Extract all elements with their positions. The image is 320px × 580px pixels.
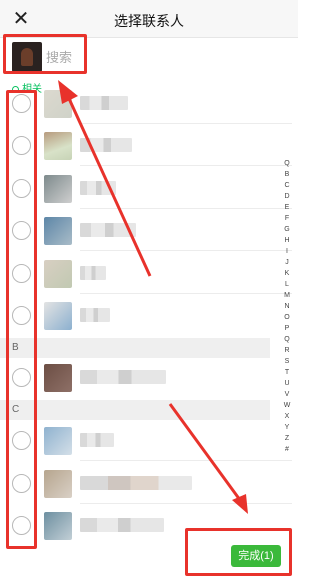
group-header-c: C — [0, 400, 270, 420]
contact-name — [80, 223, 136, 237]
index-letter[interactable]: F — [282, 213, 292, 224]
contact-checkbox[interactable] — [12, 516, 31, 535]
search-input[interactable] — [46, 46, 166, 68]
contact-checkbox[interactable] — [12, 136, 31, 155]
avatar — [44, 512, 72, 540]
alphabet-index[interactable]: Q B C D E F G H I J K L M N O P Q R S T U V W X Y Z # — [282, 158, 292, 455]
done-button[interactable]: 完成(1) — [231, 545, 281, 567]
index-letter[interactable]: Y — [282, 422, 292, 433]
index-letter[interactable]: Z — [282, 433, 292, 444]
contact-row[interactable] — [0, 126, 292, 166]
contact-name — [80, 308, 110, 322]
top-bar: ✕ 选择联系人 — [0, 0, 298, 38]
index-letter[interactable]: H — [282, 235, 292, 246]
avatar — [44, 90, 72, 118]
contact-checkbox[interactable] — [12, 474, 31, 493]
contact-name — [80, 96, 128, 110]
contact-name — [80, 476, 192, 490]
index-letter[interactable]: V — [282, 389, 292, 400]
index-letter[interactable]: Q — [282, 158, 292, 169]
selected-contact-avatar[interactable] — [12, 42, 42, 72]
avatar — [44, 260, 72, 288]
contact-checkbox[interactable] — [12, 94, 31, 113]
avatar — [44, 175, 72, 203]
contact-checkbox[interactable] — [12, 431, 31, 450]
contact-row[interactable] — [0, 464, 292, 504]
index-letter[interactable]: D — [282, 191, 292, 202]
index-letter[interactable]: T — [282, 367, 292, 378]
contact-row[interactable] — [0, 169, 292, 209]
index-letter[interactable]: E — [282, 202, 292, 213]
index-letter[interactable]: Q — [282, 334, 292, 345]
index-letter[interactable]: G — [282, 224, 292, 235]
index-letter[interactable]: M — [282, 290, 292, 301]
contact-name — [80, 518, 164, 532]
avatar — [44, 364, 72, 392]
group-header-b: B — [0, 338, 270, 358]
contact-name — [80, 433, 114, 447]
index-letter[interactable]: C — [282, 180, 292, 191]
contact-row[interactable] — [0, 254, 292, 294]
contact-name — [80, 138, 132, 152]
contact-checkbox[interactable] — [12, 368, 31, 387]
index-letter[interactable]: U — [282, 378, 292, 389]
index-letter[interactable]: W — [282, 400, 292, 411]
contact-row[interactable] — [0, 506, 292, 546]
index-letter[interactable]: L — [282, 279, 292, 290]
index-letter[interactable]: R — [282, 345, 292, 356]
contact-row[interactable] — [0, 296, 292, 336]
avatar — [44, 132, 72, 160]
avatar — [44, 470, 72, 498]
contact-checkbox[interactable] — [12, 264, 31, 283]
contact-checkbox[interactable] — [12, 306, 31, 325]
contact-row[interactable] — [0, 211, 292, 251]
contact-row[interactable] — [0, 84, 292, 124]
index-letter[interactable]: O — [282, 312, 292, 323]
page-title: 选择联系人 — [114, 13, 184, 29]
index-letter[interactable]: J — [282, 257, 292, 268]
avatar — [44, 217, 72, 245]
index-letter[interactable]: X — [282, 411, 292, 422]
index-letter[interactable]: K — [282, 268, 292, 279]
index-letter[interactable]: # — [282, 444, 292, 455]
contact-row[interactable] — [0, 421, 292, 461]
index-letter[interactable]: P — [282, 323, 292, 334]
search-row — [0, 38, 298, 78]
avatar — [44, 427, 72, 455]
index-letter[interactable]: N — [282, 301, 292, 312]
index-letter[interactable]: B — [282, 169, 292, 180]
index-letter[interactable]: I — [282, 246, 292, 257]
index-letter[interactable]: S — [282, 356, 292, 367]
contact-name — [80, 266, 106, 280]
contact-row[interactable] — [0, 358, 292, 398]
avatar — [44, 302, 72, 330]
contact-name — [80, 181, 116, 195]
contact-checkbox[interactable] — [12, 221, 31, 240]
contact-name — [80, 370, 166, 384]
contact-checkbox[interactable] — [12, 179, 31, 198]
